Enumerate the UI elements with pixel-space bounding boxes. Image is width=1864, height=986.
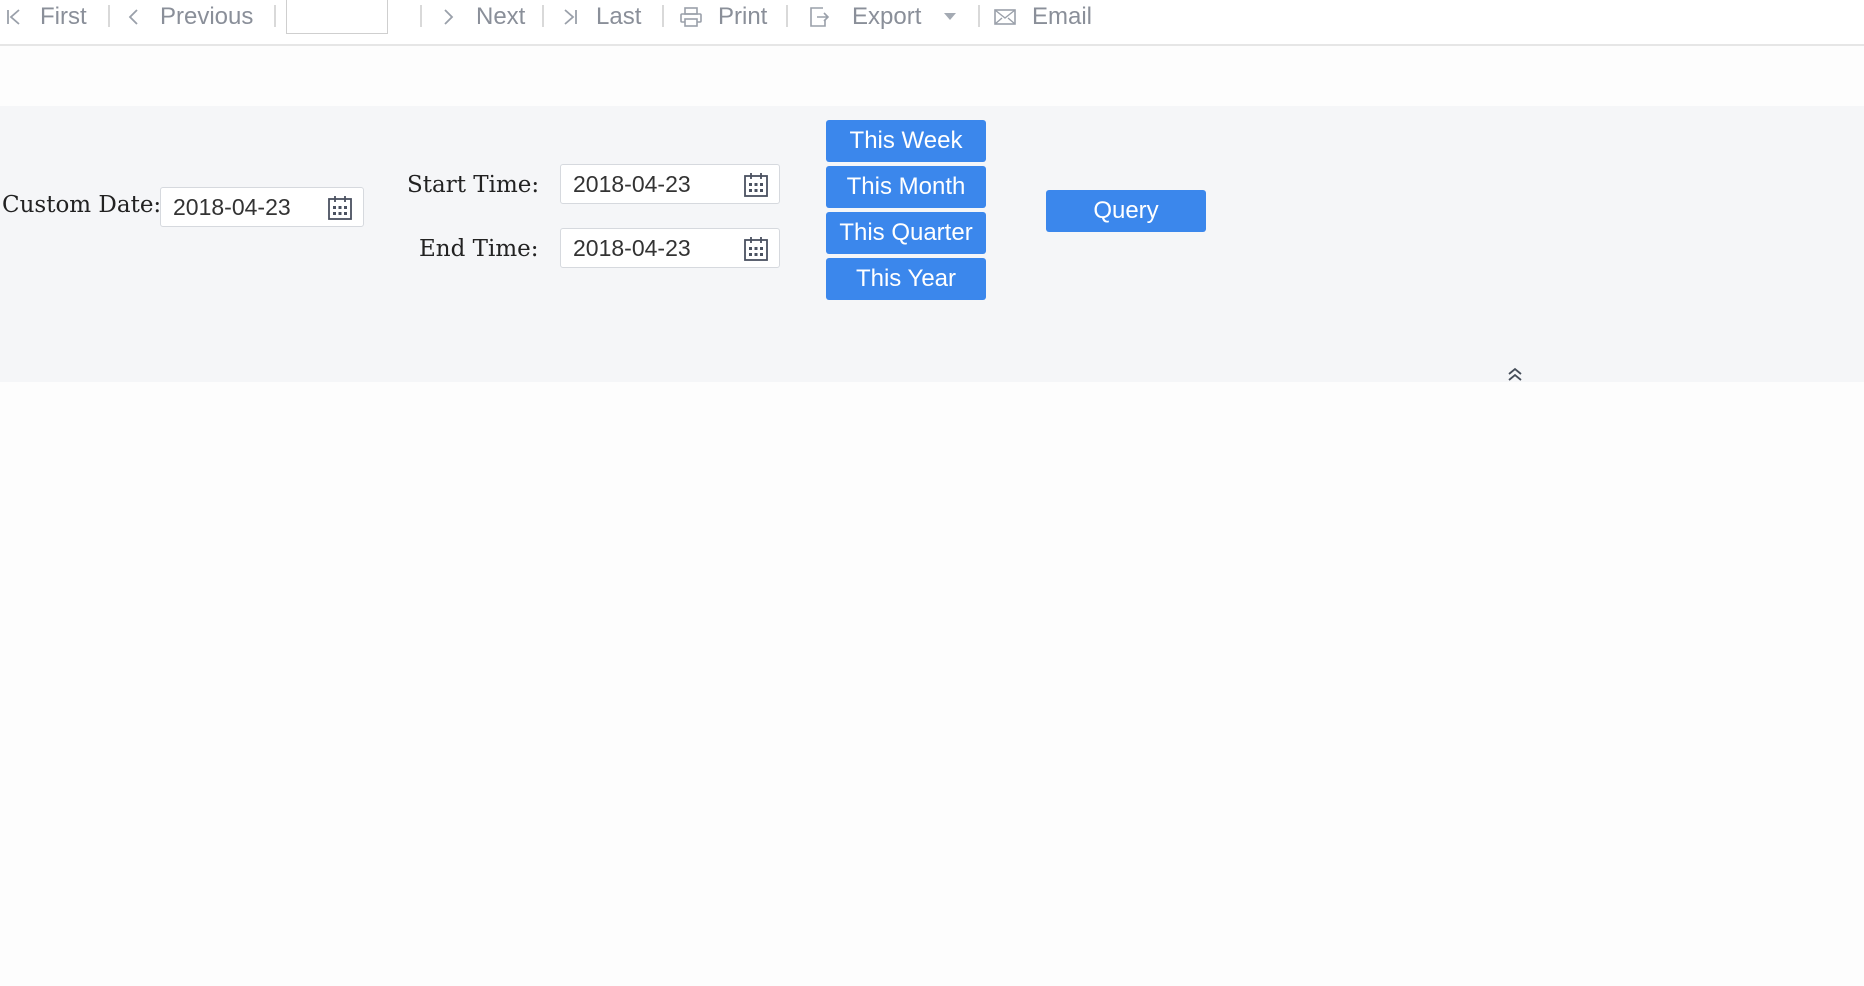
- toolbar-divider: [662, 5, 664, 27]
- calendar-icon[interactable]: [743, 172, 769, 198]
- toolbar-divider: [978, 5, 980, 27]
- toolbar-divider: [108, 5, 110, 27]
- this-week-button[interactable]: This Week: [826, 120, 986, 162]
- query-button[interactable]: Query: [1046, 190, 1206, 232]
- collapse-up-icon[interactable]: [1506, 366, 1524, 382]
- this-month-button[interactable]: This Month: [826, 166, 986, 208]
- last-page-icon: [562, 4, 578, 30]
- next-page-label: Next: [476, 3, 526, 30]
- next-page-button[interactable]: Next: [442, 0, 525, 34]
- end-time-value: 2018-04-23: [573, 235, 691, 261]
- print-button[interactable]: Print: [678, 0, 767, 34]
- last-page-label: Last: [596, 3, 642, 30]
- toolbar-divider: [786, 5, 788, 27]
- print-label: Print: [718, 3, 768, 30]
- report-toolbar: First Previous Next Last Print Export Em…: [0, 0, 1864, 46]
- end-time-label: End Time:: [419, 236, 539, 262]
- envelope-icon: [992, 4, 1018, 30]
- first-page-icon: [6, 4, 22, 30]
- custom-date-field[interactable]: 2018-04-23: [160, 187, 364, 227]
- next-chevron-icon: [442, 4, 456, 30]
- first-page-label: First: [40, 3, 87, 30]
- export-button[interactable]: Export: [806, 0, 957, 34]
- export-label: Export: [852, 3, 922, 30]
- calendar-icon[interactable]: [327, 195, 353, 221]
- start-time-value: 2018-04-23: [573, 171, 691, 197]
- query-panel: Custom Date: 2018-04-23 Start Time: 2018…: [0, 106, 1864, 382]
- start-time-label: Start Time:: [407, 172, 540, 198]
- email-button[interactable]: Email: [992, 0, 1092, 34]
- previous-chevron-icon: [126, 4, 140, 30]
- page-number-input[interactable]: [286, 0, 388, 34]
- first-page-button[interactable]: First: [6, 0, 87, 34]
- dropdown-caret-icon[interactable]: [943, 4, 957, 30]
- email-label: Email: [1032, 3, 1093, 30]
- last-page-button[interactable]: Last: [562, 0, 641, 34]
- end-time-field[interactable]: 2018-04-23: [560, 228, 780, 268]
- printer-icon: [678, 4, 704, 30]
- previous-page-button[interactable]: Previous: [126, 0, 253, 34]
- toolbar-divider: [542, 5, 544, 27]
- custom-date-label: Custom Date:: [2, 192, 162, 218]
- start-time-field[interactable]: 2018-04-23: [560, 164, 780, 204]
- previous-page-label: Previous: [160, 3, 254, 30]
- this-quarter-button[interactable]: This Quarter: [826, 212, 986, 254]
- toolbar-divider: [420, 5, 422, 27]
- calendar-icon[interactable]: [743, 236, 769, 262]
- custom-date-value: 2018-04-23: [173, 194, 291, 220]
- toolbar-divider: [274, 5, 276, 27]
- export-icon: [806, 4, 832, 30]
- this-year-button[interactable]: This Year: [826, 258, 986, 300]
